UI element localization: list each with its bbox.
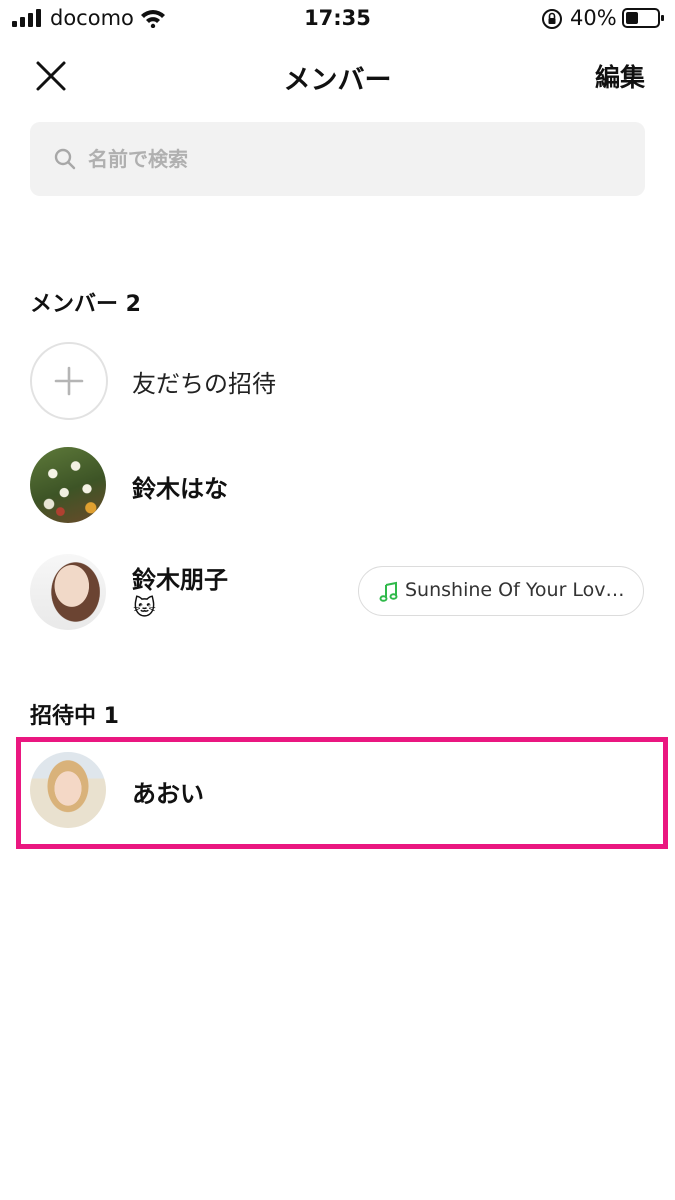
member-name: 鈴木朋子 bbox=[132, 566, 228, 594]
battery-icon bbox=[622, 8, 664, 28]
member-row[interactable]: 鈴木はな bbox=[0, 435, 675, 535]
avatar bbox=[30, 752, 106, 828]
rotation-lock-icon bbox=[542, 9, 562, 29]
search-icon bbox=[54, 148, 76, 170]
edit-button[interactable]: 編集 bbox=[595, 58, 645, 94]
page-title: メンバー bbox=[283, 65, 392, 96]
invited-section-label: 招待中 1 bbox=[30, 704, 119, 729]
music-status-pill[interactable]: Sunshine Of Your Lov… bbox=[358, 566, 644, 616]
invite-friends-button[interactable] bbox=[30, 342, 108, 420]
avatar bbox=[30, 554, 106, 630]
members-section-label: メンバー 2 bbox=[30, 292, 141, 317]
status-emoji: 🐱 bbox=[133, 596, 156, 621]
member-name: 鈴木はな bbox=[132, 475, 228, 503]
plus-icon bbox=[54, 366, 84, 396]
invited-member-row[interactable]: あおい bbox=[0, 740, 675, 840]
music-note-icon bbox=[379, 581, 398, 602]
avatar bbox=[30, 447, 106, 523]
member-name: あおい bbox=[132, 780, 204, 808]
music-title: Sunshine Of Your Lov… bbox=[405, 579, 625, 601]
search-bar[interactable] bbox=[30, 122, 645, 196]
invite-friends-label[interactable]: 友だちの招待 bbox=[132, 364, 276, 399]
battery-percent: 40% bbox=[570, 6, 617, 30]
search-input[interactable] bbox=[88, 140, 628, 178]
status-bar: docomo 17:35 40% bbox=[0, 0, 675, 40]
